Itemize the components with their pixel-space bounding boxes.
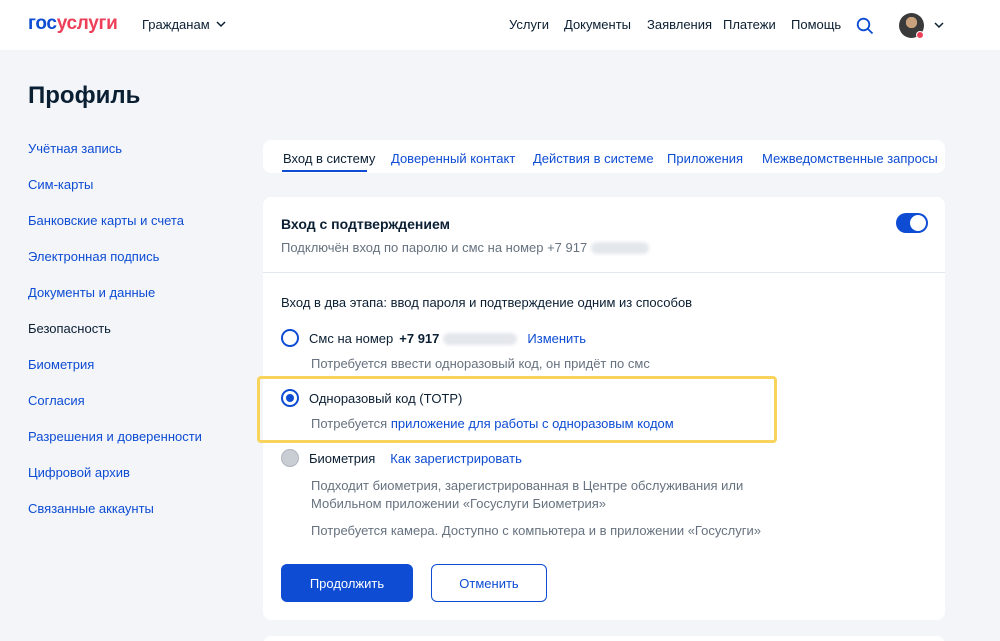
masked-phone	[443, 332, 518, 345]
sidebar-item-e-signature[interactable]: Электронная подпись	[28, 249, 159, 264]
biometry-option-label: Биометрия Как зарегистрировать	[309, 451, 522, 466]
biometry-hint-3: Потребуется камера. Доступно с компьютер…	[311, 523, 762, 538]
sms-option-label: Смс на номер +7 917 Изменить	[309, 331, 586, 346]
nav-applications[interactable]: Заявления	[647, 17, 712, 32]
biometry-hint-1: Подходит биометрия, зарегистрированная в…	[311, 478, 744, 493]
notification-badge	[916, 31, 924, 39]
biometry-hint-2: Мобильном приложении «Госуслуги Биометри…	[311, 496, 606, 511]
tab-interdepartmental-requests[interactable]: Межведомственные запросы	[762, 151, 938, 166]
sms-label: Смс на номер	[309, 331, 394, 346]
audience-label: Гражданам	[142, 17, 210, 32]
page-title: Профиль	[28, 82, 141, 109]
nav-payments[interactable]: Платежи	[723, 17, 776, 32]
toggle-knob	[910, 215, 926, 231]
gosuslugi-logo[interactable]: госуслуги	[28, 13, 118, 35]
change-phone-link[interactable]: Изменить	[527, 331, 586, 346]
chevron-down-icon	[216, 21, 226, 28]
sms-phone: +7 917	[399, 331, 440, 346]
totp-radio[interactable]	[281, 389, 299, 407]
tab-login[interactable]: Вход в систему	[283, 151, 375, 166]
audience-selector[interactable]: Гражданам	[142, 17, 226, 32]
biometry-label: Биометрия	[309, 451, 376, 466]
sidebar-item-documents[interactable]: Документы и данные	[28, 285, 155, 300]
totp-option-label: Одноразовый код (TOTP)	[309, 391, 463, 406]
sidebar-item-biometry[interactable]: Биометрия	[28, 357, 94, 372]
card-subtitle-text: Подключён вход по паролю и смс на номер …	[281, 240, 588, 255]
highlight-frame	[257, 376, 777, 443]
nav-documents[interactable]: Документы	[564, 17, 631, 32]
sidebar-item-linked-accounts[interactable]: Связанные аккаунты	[28, 501, 154, 516]
biometry-radio	[281, 449, 299, 467]
divider	[263, 272, 945, 273]
sidebar-item-sim-cards[interactable]: Сим-карты	[28, 177, 93, 192]
continue-button[interactable]: Продолжить	[281, 564, 413, 602]
sms-radio[interactable]	[281, 329, 299, 347]
nav-services[interactable]: Услуги	[509, 17, 549, 32]
tab-trusted-contact[interactable]: Доверенный контакт	[391, 151, 515, 166]
sidebar-item-account[interactable]: Учётная запись	[28, 141, 122, 156]
cancel-button[interactable]: Отменить	[431, 564, 547, 602]
card-subtitle: Подключён вход по паролю и смс на номер …	[281, 240, 650, 255]
sidebar-item-bank-cards[interactable]: Банковские карты и счета	[28, 213, 184, 228]
sidebar-item-digital-archive[interactable]: Цифровой архив	[28, 465, 130, 480]
sidebar-item-security[interactable]: Безопасность	[28, 321, 111, 336]
how-to-register-link[interactable]: Как зарегистрировать	[390, 451, 522, 466]
card-title: Вход с подтверждением	[281, 216, 450, 232]
totp-app-link[interactable]: приложение для работы с одноразовым кодо…	[391, 416, 674, 431]
totp-hint-prefix: Потребуется	[311, 416, 388, 431]
nav-help[interactable]: Помощь	[791, 17, 841, 32]
tab-applications[interactable]: Приложения	[667, 151, 743, 166]
sidebar-item-permissions[interactable]: Разрешения и доверенности	[28, 429, 202, 444]
sms-hint: Потребуется ввести одноразовый код, он п…	[311, 356, 650, 371]
search-icon[interactable]	[856, 17, 874, 35]
two-step-description: Вход в два этапа: ввод пароля и подтверж…	[281, 295, 693, 310]
chevron-down-icon[interactable]	[933, 20, 945, 30]
masked-phone	[591, 241, 650, 254]
tab-system-actions[interactable]: Действия в системе	[533, 151, 654, 166]
next-card-edge	[263, 636, 945, 641]
sidebar-item-consents[interactable]: Согласия	[28, 393, 85, 408]
totp-hint: Потребуется приложение для работы с одно…	[311, 416, 674, 431]
active-tab-indicator	[282, 170, 367, 172]
